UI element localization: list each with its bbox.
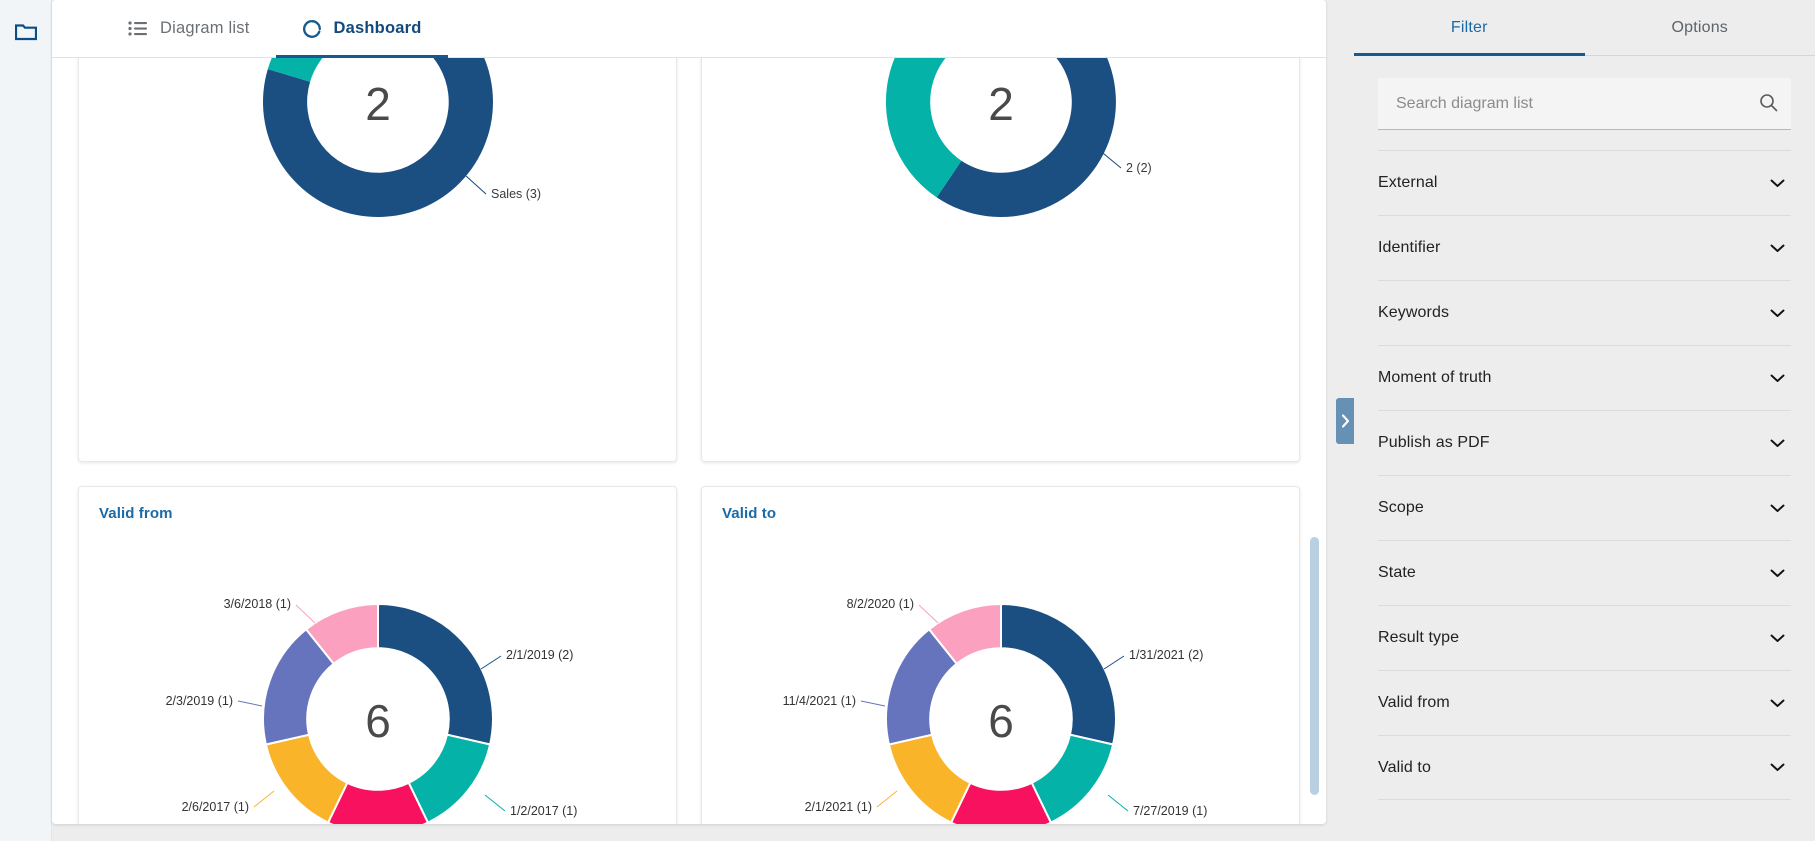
list-icon — [128, 21, 148, 36]
right-panel: Filter Options External — [1336, 0, 1815, 841]
slice-label: 2/1/2021 (1) — [804, 800, 871, 814]
slice-label: Sales (3) — [491, 187, 541, 201]
slice-label: 1/2/2017 (1) — [510, 804, 577, 818]
scrollbar-thumb[interactable] — [1310, 536, 1319, 796]
panel-tabbar: Filter Options — [1354, 0, 1815, 56]
filter-label: Valid to — [1378, 758, 1431, 776]
dashboard-scroll-area[interactable]: 2 Sales (3) 2 2 (2) Valid from 2/1/2019 … — [52, 58, 1326, 824]
chevron-down-icon[interactable] — [1770, 244, 1791, 253]
donut-top-left: 2 Sales (3) — [262, 58, 541, 217]
donut-center-value: 6 — [988, 695, 1014, 747]
slice-label: 11/4/2021 (1) — [782, 694, 855, 708]
tab-label: Options — [1671, 18, 1729, 36]
donut-valid-to: 1/31/2021 (2) 7/27/2019 (1) 8/20/2019 (1… — [782, 597, 1207, 824]
chevron-down-icon[interactable] — [1770, 179, 1791, 188]
filter-item-scope[interactable]: Scope — [1378, 475, 1791, 540]
chevron-down-icon[interactable] — [1770, 309, 1791, 318]
filter-label: Keywords — [1378, 304, 1450, 321]
center-column: Diagram list Dashboard 2 Sales (3) 2 2 (… — [52, 0, 1354, 841]
filter-item-identifier[interactable]: Identifier — [1378, 215, 1791, 280]
chart-valid-to[interactable]: 1/31/2021 (2) 7/27/2019 (1) 8/20/2019 (1… — [702, 487, 1299, 824]
filter-label: Identifier — [1378, 239, 1441, 256]
filter-item-valid-to[interactable]: Valid to — [1378, 735, 1791, 800]
main-tabbar: Diagram list Dashboard — [52, 0, 1326, 58]
chevron-down-icon[interactable] — [1770, 763, 1791, 772]
filter-item-state[interactable]: State — [1378, 540, 1791, 605]
chart-valid-from[interactable]: 2/1/2019 (2) 1/2/2017 (1) 4/16/2018 (1) … — [79, 487, 676, 824]
filter-item-valid-from[interactable]: Valid from — [1378, 670, 1791, 735]
tab-options[interactable]: Options — [1585, 0, 1815, 55]
filter-label: Result type — [1378, 629, 1460, 646]
chevron-down-icon[interactable] — [1770, 569, 1791, 578]
filter-item-external[interactable]: External — [1378, 150, 1791, 215]
panel-collapse-handle[interactable] — [1336, 397, 1354, 444]
left-rail — [0, 0, 52, 841]
slice-label: 2 (2) — [1126, 161, 1152, 175]
filter-label: External — [1378, 174, 1438, 191]
chart-card-top-left: 2 Sales (3) — [78, 58, 677, 462]
chart-card-valid-from: Valid from 2/1/2019 (2) 1/2/2017 (1) 2/6… — [78, 486, 677, 824]
filter-item-keywords[interactable]: Keywords — [1378, 280, 1791, 345]
chart-card-valid-to: Valid to 1/31/2021 (2) 7/27/2019 (1) 2/1… — [701, 486, 1300, 824]
filter-item-publish-as-pdf[interactable]: Publish as PDF — [1378, 410, 1791, 475]
slice-label: 7/27/2019 (1) — [1133, 804, 1207, 818]
tab-label: Filter — [1450, 18, 1488, 36]
slice-label: 8/2/2020 (1) — [846, 597, 913, 611]
filter-label: State — [1378, 564, 1416, 581]
tab-label: Dashboard — [333, 19, 422, 37]
slice-label: 2/3/2019 (1) — [165, 694, 232, 708]
search-button[interactable] — [1745, 78, 1791, 130]
chevron-down-icon[interactable] — [1770, 374, 1791, 383]
tab-dashboard[interactable]: Dashboard — [275, 0, 448, 58]
folder-icon[interactable] — [9, 14, 43, 48]
filter-label: Moment of truth — [1378, 369, 1492, 386]
dashboard-grid: 2 Sales (3) 2 2 (2) Valid from 2/1/2019 … — [52, 58, 1326, 824]
chart-top-right[interactable]: 2 0 (1) 2 (2) — [702, 58, 1299, 461]
filter-list: External Identifier Keywords Moment of t… — [1354, 150, 1815, 841]
filter-item-result-type[interactable]: Result type — [1378, 605, 1791, 670]
chevron-down-icon[interactable] — [1770, 699, 1791, 708]
slice-label: 1/31/2021 (2) — [1129, 648, 1203, 662]
chevron-down-icon[interactable] — [1770, 439, 1791, 448]
chart-top-left[interactable]: 2 Sales (3) — [79, 58, 676, 461]
tab-diagram-list[interactable]: Diagram list — [102, 0, 276, 57]
chevron-right-icon — [1341, 413, 1349, 428]
search-icon — [1759, 93, 1778, 115]
donut-chart-icon — [302, 19, 322, 39]
slice-label: 3/6/2018 (1) — [223, 597, 290, 611]
donut-valid-from: 2/1/2019 (2) 1/2/2017 (1) 4/16/2018 (1) … — [165, 597, 577, 824]
slice-label: 2/6/2017 (1) — [181, 800, 248, 814]
donut-center-value: 2 — [365, 78, 391, 130]
chevron-down-icon[interactable] — [1770, 634, 1791, 643]
donut-top-right: 2 0 (1) 2 (2) — [885, 58, 1152, 217]
filter-label: Publish as PDF — [1378, 434, 1490, 451]
dashboard-scrollbar[interactable] — [1310, 58, 1319, 818]
slice-label: 2/1/2019 (2) — [506, 648, 573, 662]
app-root: Diagram list Dashboard 2 Sales (3) 2 2 (… — [0, 0, 1815, 841]
filter-label: Scope — [1378, 499, 1424, 516]
donut-center-value: 2 — [988, 78, 1014, 130]
tab-label: Diagram list — [160, 19, 250, 37]
search-row — [1378, 78, 1791, 130]
tab-filter[interactable]: Filter — [1354, 0, 1585, 56]
donut-center-value: 6 — [365, 695, 391, 747]
chart-card-top-right: 2 0 (1) 2 (2) — [701, 58, 1300, 462]
search-input[interactable] — [1378, 78, 1745, 130]
chevron-down-icon[interactable] — [1770, 504, 1791, 513]
main-card: Diagram list Dashboard 2 Sales (3) 2 2 (… — [52, 0, 1326, 824]
filter-label: Valid from — [1378, 694, 1450, 711]
filter-item-moment-of-truth[interactable]: Moment of truth — [1378, 345, 1791, 410]
